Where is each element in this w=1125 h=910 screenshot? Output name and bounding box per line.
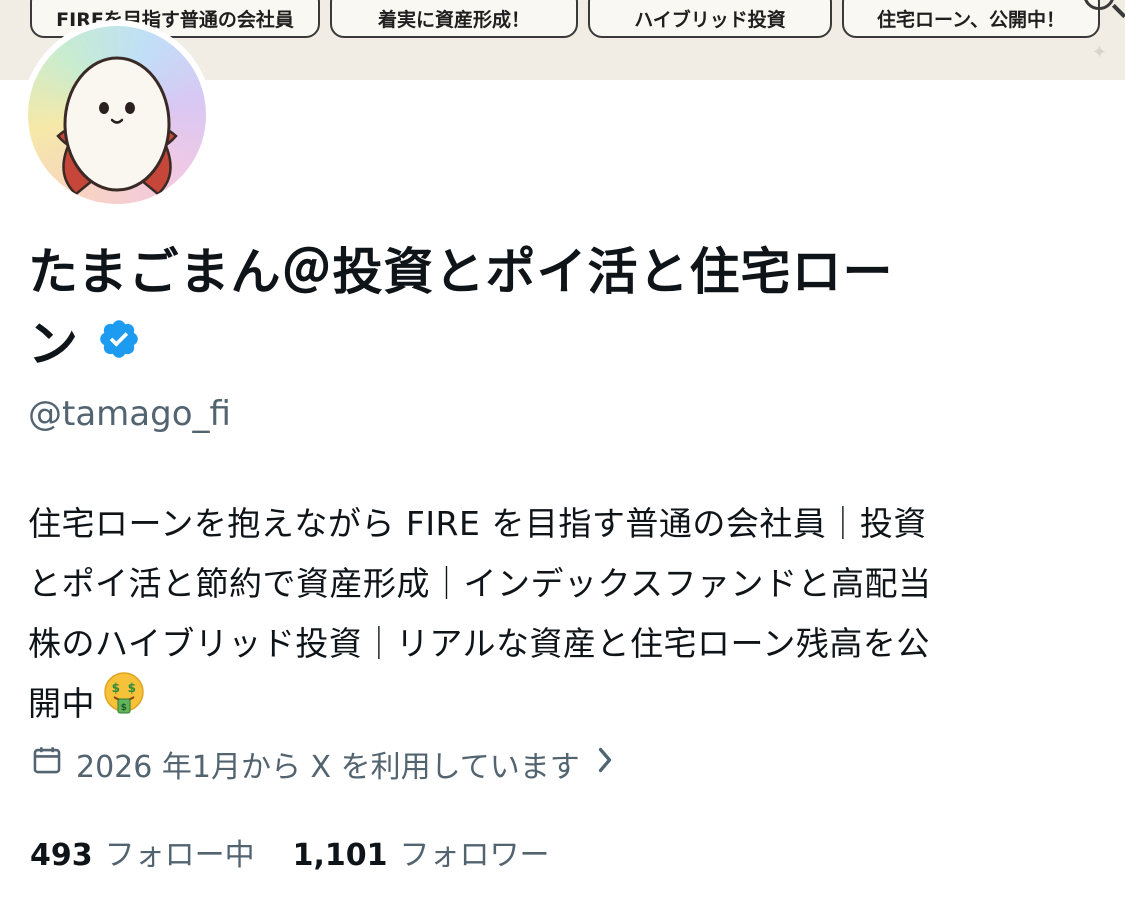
calendar-icon — [30, 743, 64, 785]
avatar-image — [28, 26, 206, 204]
egg-character-icon — [56, 56, 178, 196]
banner-tag: 住宅ローン、公開中！ — [842, 0, 1100, 38]
money-mouth-face-emoji: $ $ $ — [101, 670, 147, 735]
profile-bio: 住宅ローンを抱えながら FIRE を目指す普通の会社員｜投資 とポイ活と節約で資… — [28, 494, 1103, 735]
avatar[interactable] — [22, 20, 212, 210]
bio-line: 株のハイブリッド投資｜リアルな資産と住宅ローン残高を公 — [28, 624, 930, 663]
svg-text:$: $ — [112, 681, 121, 695]
verified-badge-icon[interactable] — [97, 308, 141, 380]
chevron-right-icon — [594, 745, 616, 783]
svg-text:$: $ — [128, 681, 137, 695]
svg-text:$: $ — [121, 703, 128, 713]
bio-line: 住宅ローンを抱えながら FIRE を目指す普通の会社員｜投資 — [28, 504, 927, 543]
profile-name-line-text: ン — [28, 315, 79, 373]
following-count: 493 — [30, 838, 93, 873]
profile-handle: @tamago_fi — [28, 394, 231, 434]
banner-tag: 着実に資産形成！ — [330, 0, 578, 38]
followers-label: フォロワー — [399, 838, 550, 873]
followers-count: 1,101 — [292, 838, 388, 873]
profile-name-line: たまごまん＠投資とポイ活と住宅ロー — [28, 243, 894, 301]
profile-name: たまごまん＠投資とポイ活と住宅ロー ン — [28, 236, 1088, 380]
followers-link[interactable]: 1,101 フォロワー — [293, 830, 550, 874]
bio-line: 開中 $ $ $ — [28, 672, 1103, 735]
joined-text: 2026 年1月から X を利用しています — [76, 750, 580, 785]
sparkle-icon: ✦ — [1091, 42, 1107, 63]
follow-stats: 493 フォロー中 1,101 フォロワー — [30, 830, 550, 874]
following-link[interactable]: 493 フォロー中 — [30, 830, 255, 874]
profile-name-line: ン — [28, 308, 1088, 380]
following-label: フォロー中 — [104, 838, 255, 873]
bio-line: とポイ活と節約で資産形成｜インデックスファンドと高配当 — [28, 564, 932, 603]
banner-tag: ハイブリッド投資 — [588, 0, 832, 38]
bio-line-text: 開中 — [28, 684, 95, 723]
joined-date-row[interactable]: 2026 年1月から X を利用しています — [30, 742, 616, 786]
